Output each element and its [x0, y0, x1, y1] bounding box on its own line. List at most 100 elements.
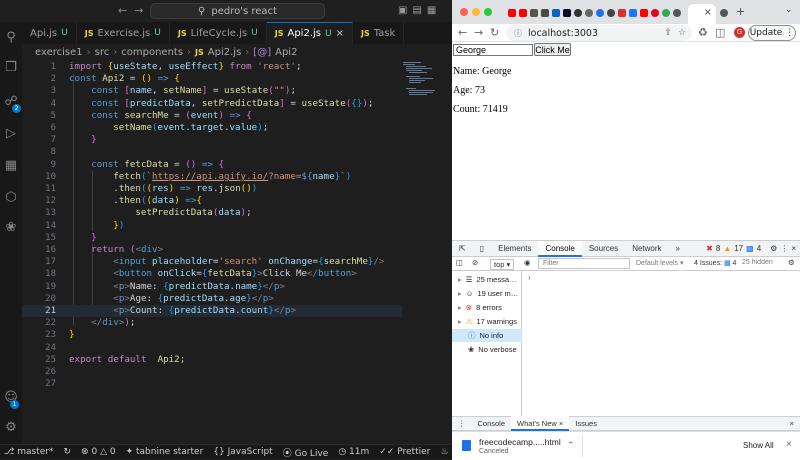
tab-exercise[interactable]: JS Exercise.js U: [77, 22, 170, 44]
tabnine-status[interactable]: ✦ tabnine starter: [126, 447, 204, 457]
tab-search-icon[interactable]: ⌄: [785, 5, 793, 15]
tab-icon[interactable]: [662, 9, 670, 17]
active-tab[interactable]: ×: [688, 4, 716, 24]
tab-api2[interactable]: JS Api2.js U ×: [266, 22, 353, 44]
tab-icon[interactable]: [585, 9, 593, 17]
context-selector[interactable]: top ▾: [490, 259, 515, 270]
extensions-icon[interactable]: ♻: [698, 26, 708, 39]
close-window-button[interactable]: [460, 8, 468, 16]
chevron-up-icon[interactable]: ⌃: [567, 440, 575, 451]
branch-indicator[interactable]: ⎇ master*: [4, 447, 53, 457]
search-icon[interactable]: ⚲: [3, 30, 19, 46]
code-editor[interactable]: 1 import {useState, useEffect} from 'reac…: [22, 61, 452, 444]
linkedin-tab-icon[interactable]: [552, 9, 560, 17]
issues-button[interactable]: 4 Issues: ▩ 4: [694, 259, 736, 267]
clear-console-icon[interactable]: ⊘: [472, 258, 478, 267]
sidebar-item-verbose[interactable]: ❀ No verbose: [452, 343, 522, 356]
freecodecamp-tab-icon[interactable]: [563, 9, 571, 17]
more-icon[interactable]: ⋮: [780, 244, 788, 253]
info-icon[interactable]: ⓘ: [514, 28, 522, 39]
facebook-tab-icon[interactable]: [629, 9, 637, 17]
eye-icon[interactable]: ◉: [524, 258, 531, 267]
console-output[interactable]: ›: [522, 271, 800, 417]
tab-icon[interactable]: [673, 9, 681, 17]
download-filename[interactable]: freecodecamp.....html: [479, 437, 561, 447]
star-icon[interactable]: ☆: [678, 28, 686, 38]
gear-icon[interactable]: ⚙: [770, 244, 777, 253]
explorer-icon[interactable]: ❐: [3, 60, 19, 76]
command-center-search[interactable]: ⚲ pedro's react: [150, 3, 325, 19]
tab-icon[interactable]: [596, 9, 604, 17]
close-icon[interactable]: ×: [704, 7, 712, 18]
console-filter-input[interactable]: Filter: [538, 258, 630, 269]
minimize-window-button[interactable]: [472, 8, 480, 16]
sidebar-item-user-messages[interactable]: ▸ ☺ 19 user m…: [452, 287, 522, 300]
breadcrumb-item[interactable]: src: [95, 47, 110, 58]
show-all-button[interactable]: Show All: [743, 441, 774, 450]
sidebar-item-messages[interactable]: ▸ ☰ 25 messa…: [452, 273, 522, 286]
back-button[interactable]: ←: [458, 26, 467, 39]
minimap[interactable]: [403, 61, 438, 101]
close-icon[interactable]: ×: [559, 419, 563, 428]
close-icon[interactable]: ×: [790, 419, 800, 428]
run-debug-icon[interactable]: ▷: [3, 126, 19, 142]
log-levels-dropdown[interactable]: Default levels ▾: [636, 259, 684, 267]
tab-icon[interactable]: [574, 9, 582, 17]
sidebar-icon[interactable]: ◫: [715, 26, 725, 39]
avatar[interactable]: G: [734, 27, 745, 38]
bell-icon[interactable]: ♨: [440, 447, 448, 457]
tab-console[interactable]: Console: [538, 240, 582, 257]
sidebar-item-info[interactable]: ⓘ No info: [452, 329, 522, 342]
tab-sources[interactable]: Sources: [582, 241, 625, 257]
breadcrumb-item[interactable]: exercise1: [35, 47, 83, 58]
search-input[interactable]: [453, 44, 533, 56]
tab-network[interactable]: Network: [625, 241, 668, 257]
sidebar-toggle-icon[interactable]: ◫: [456, 258, 463, 267]
go-live-button[interactable]: ⦿ Go Live: [283, 446, 329, 459]
prettier-status[interactable]: ✓✓ Prettier: [379, 447, 430, 457]
more-icon[interactable]: ⋮: [452, 416, 472, 431]
tab-icon[interactable]: [720, 9, 728, 17]
youtube-tab-icon[interactable]: [519, 9, 527, 17]
update-button[interactable]: Update ⋮: [748, 25, 796, 41]
tab-icon[interactable]: [651, 9, 659, 17]
tab-api[interactable]: Api.js U: [22, 22, 77, 44]
share-icon[interactable]: ⇧: [664, 28, 672, 38]
docker-icon[interactable]: ⬡: [3, 190, 19, 206]
inspect-icon[interactable]: ⇱: [452, 241, 473, 257]
sidebar-item-errors[interactable]: ▸ ⊗ 8 errors: [452, 301, 522, 314]
breadcrumb-item[interactable]: Api2.js: [208, 47, 242, 58]
tab-task[interactable]: JS Task: [353, 22, 405, 44]
close-icon[interactable]: ×: [786, 439, 792, 450]
address-bar[interactable]: ⓘ localhost:3003 ⇧ ☆: [506, 25, 692, 41]
tab-icon[interactable]: [607, 9, 615, 17]
issue-counters[interactable]: ✖ 8 ▲ 17 ▩ 4 ⚙ ⋮ ×: [706, 244, 800, 253]
close-icon[interactable]: ×: [791, 244, 796, 253]
tab-elements[interactable]: Elements: [491, 241, 538, 257]
device-toolbar-icon[interactable]: ▯: [473, 241, 491, 257]
language-mode[interactable]: {} JavaScript: [213, 447, 272, 457]
youtube-tab-icon[interactable]: [508, 9, 516, 17]
reload-button[interactable]: ↻: [490, 26, 499, 39]
gear-icon[interactable]: ⚙: [788, 258, 795, 267]
drawer-tab-whats-new[interactable]: What's New ×: [511, 416, 570, 431]
tab-icon[interactable]: [541, 9, 549, 17]
youtube-tab-icon[interactable]: [640, 9, 648, 17]
new-tab-button[interactable]: +: [736, 5, 745, 18]
paw-icon[interactable]: ❀: [3, 220, 19, 236]
breadcrumb-item[interactable]: components: [121, 47, 183, 58]
github-tab-icon[interactable]: [530, 9, 538, 17]
close-icon[interactable]: ×: [336, 28, 344, 39]
zoom-window-button[interactable]: [484, 8, 492, 16]
more-tabs-icon[interactable]: »: [669, 241, 687, 257]
click-me-button[interactable]: Click Me: [534, 43, 571, 56]
breadcrumb-item[interactable]: Api2: [275, 47, 297, 58]
layout-icons[interactable]: ▣▤▦: [398, 5, 441, 16]
extensions-icon[interactable]: ▦: [3, 158, 19, 174]
tab-icon[interactable]: [618, 9, 626, 17]
sync-icon[interactable]: ↻: [63, 447, 71, 457]
drawer-tab-issues[interactable]: Issues: [569, 416, 603, 431]
problems-indicator[interactable]: ⊗ 0 △ 0: [81, 447, 116, 457]
tab-lifecycle[interactable]: JS LifeCycle.js U: [170, 22, 267, 44]
time-tracker[interactable]: ◷ 11m: [338, 447, 369, 457]
